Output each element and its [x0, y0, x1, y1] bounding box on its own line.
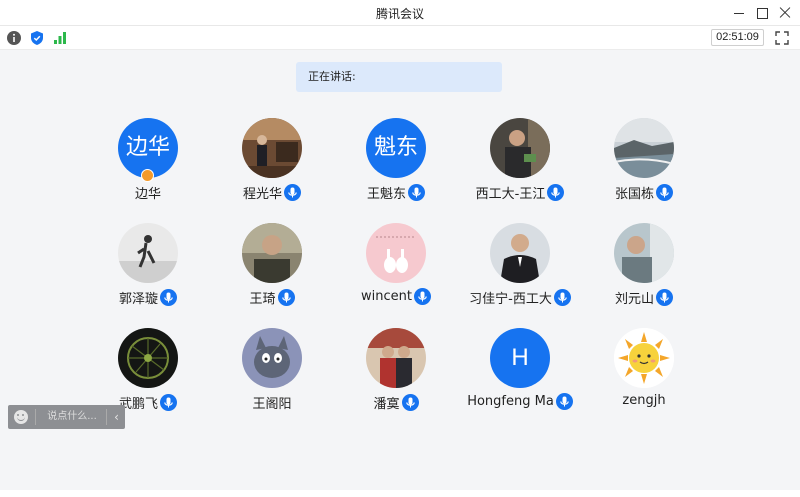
participant-tile[interactable]: 郭泽璇: [83, 223, 213, 323]
participant-tile[interactable]: 王琦: [207, 223, 337, 323]
participant-tile[interactable]: 魁东 王魁东: [331, 118, 461, 218]
divider: [106, 409, 107, 425]
participant-tile[interactable]: 王阁阳: [207, 328, 337, 428]
microphone-icon[interactable]: [547, 184, 565, 201]
participant-tile[interactable]: 西工大-王江: [455, 118, 585, 218]
avatar: [242, 223, 302, 283]
participant-tile[interactable]: H Hongfeng Ma: [455, 328, 585, 428]
chat-input[interactable]: 说点什么...: [40, 405, 104, 429]
microphone-icon[interactable]: [553, 289, 571, 306]
participant-tile[interactable]: wincent: [331, 223, 461, 323]
microphone-icon[interactable]: [555, 393, 573, 410]
participant-name: zengjh: [622, 393, 666, 408]
bottom-edge: [0, 490, 800, 497]
participant-name: 边华: [134, 187, 161, 202]
signal-icon[interactable]: [52, 30, 68, 46]
participant-name: 王阁阳: [252, 397, 292, 412]
avatar: 魁东: [366, 118, 426, 178]
participant-tile[interactable]: 程光华: [207, 118, 337, 218]
collapse-chat-button[interactable]: ‹: [108, 405, 125, 429]
participant-name: 习佳宁-西工大: [469, 292, 552, 307]
participant-tile[interactable]: 边华 边华: [83, 118, 213, 218]
participant-name: 西工大-王江: [475, 187, 546, 202]
minimize-icon[interactable]: [729, 3, 749, 23]
meeting-toolbar: 02:51:09: [0, 26, 800, 50]
host-badge-icon: [141, 169, 154, 182]
microphone-icon[interactable]: [284, 184, 301, 201]
participant-name: 潘寞: [373, 397, 400, 412]
participant-tile[interactable]: 习佳宁-西工大: [455, 223, 585, 323]
participant-name: 程光华: [242, 187, 282, 202]
microphone-icon[interactable]: [656, 184, 673, 201]
avatar: [490, 223, 550, 283]
avatar: [614, 328, 674, 388]
microphone-icon[interactable]: [401, 394, 419, 411]
fullscreen-icon[interactable]: [774, 30, 790, 46]
divider: [35, 409, 36, 425]
avatar: [614, 223, 674, 283]
participant-name: 王魁东: [366, 187, 406, 202]
microphone-icon[interactable]: [408, 184, 425, 201]
microphone-icon[interactable]: [413, 288, 431, 305]
title-bar: 腾讯会议: [0, 0, 800, 26]
participant-name: wincent: [361, 289, 412, 304]
shield-icon[interactable]: [29, 30, 45, 46]
avatar: [490, 118, 550, 178]
microphone-icon[interactable]: [277, 289, 295, 306]
close-icon[interactable]: [775, 3, 795, 23]
window-title: 腾讯会议: [375, 7, 424, 21]
meeting-timer: 02:51:09: [711, 29, 764, 46]
avatar: [118, 328, 178, 388]
participant-name: 王琦: [249, 292, 276, 307]
maximize-icon[interactable]: [752, 3, 772, 23]
info-icon[interactable]: [6, 30, 22, 46]
speaking-indicator: 正在讲话:: [296, 62, 502, 92]
microphone-icon[interactable]: [160, 289, 177, 306]
participant-name: Hongfeng Ma: [467, 394, 554, 409]
avatar: [366, 223, 426, 283]
chat-bar: 说点什么... ‹: [8, 405, 125, 429]
participant-tile[interactable]: zengjh: [579, 328, 709, 428]
participant-name: 张国栋: [614, 187, 654, 202]
avatar: [366, 328, 426, 388]
avatar: [242, 118, 302, 178]
participant-tile[interactable]: 张国栋: [579, 118, 709, 218]
avatar: [242, 328, 302, 388]
participant-name: 刘元山: [614, 292, 654, 307]
microphone-icon[interactable]: [656, 289, 673, 306]
avatar: H: [490, 328, 550, 388]
microphone-icon[interactable]: [160, 394, 177, 411]
participant-name: 郭泽璇: [118, 292, 158, 307]
avatar: [118, 223, 178, 283]
participant-tile[interactable]: 刘元山: [579, 223, 709, 323]
avatar: [614, 118, 674, 178]
emoji-icon[interactable]: [14, 410, 28, 424]
participant-tile[interactable]: 潘寞: [331, 328, 461, 428]
